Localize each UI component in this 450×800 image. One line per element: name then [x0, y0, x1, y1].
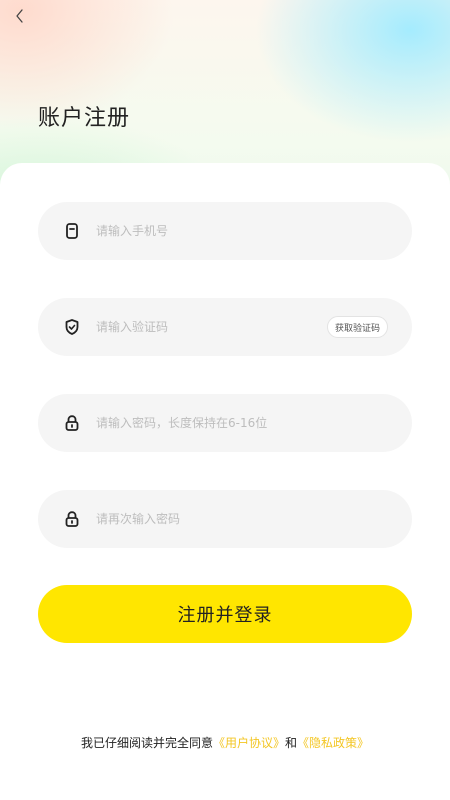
verification-code-field[interactable]: 获取验证码: [38, 298, 412, 356]
agreement-prefix: 我已仔细阅读并完全同意: [80, 736, 213, 750]
user-agreement-link[interactable]: 《用户协议》: [213, 736, 285, 750]
verification-code-input[interactable]: [94, 319, 327, 335]
password-input[interactable]: [94, 415, 388, 431]
shield-check-icon: [64, 319, 80, 335]
lock-icon: [64, 511, 80, 527]
phone-input[interactable]: [94, 223, 388, 239]
register-and-login-button[interactable]: 注册并登录: [38, 585, 412, 643]
chevron-left-icon: [16, 9, 23, 23]
password-field[interactable]: [38, 394, 412, 452]
phone-field[interactable]: [38, 202, 412, 260]
confirm-password-field[interactable]: [38, 490, 412, 548]
get-code-button[interactable]: 获取验证码: [326, 316, 388, 338]
page-title: 账户注册: [38, 106, 131, 131]
phone-icon: [64, 223, 80, 239]
lock-icon: [64, 415, 80, 431]
agreement-text: 我已仔细阅读并完全同意《用户协议》和《隐私政策》: [0, 734, 450, 751]
back-button[interactable]: [8, 4, 32, 28]
privacy-policy-link[interactable]: 《隐私政策》: [297, 736, 369, 750]
confirm-password-input[interactable]: [94, 511, 388, 527]
agreement-joiner: 和: [285, 736, 298, 750]
